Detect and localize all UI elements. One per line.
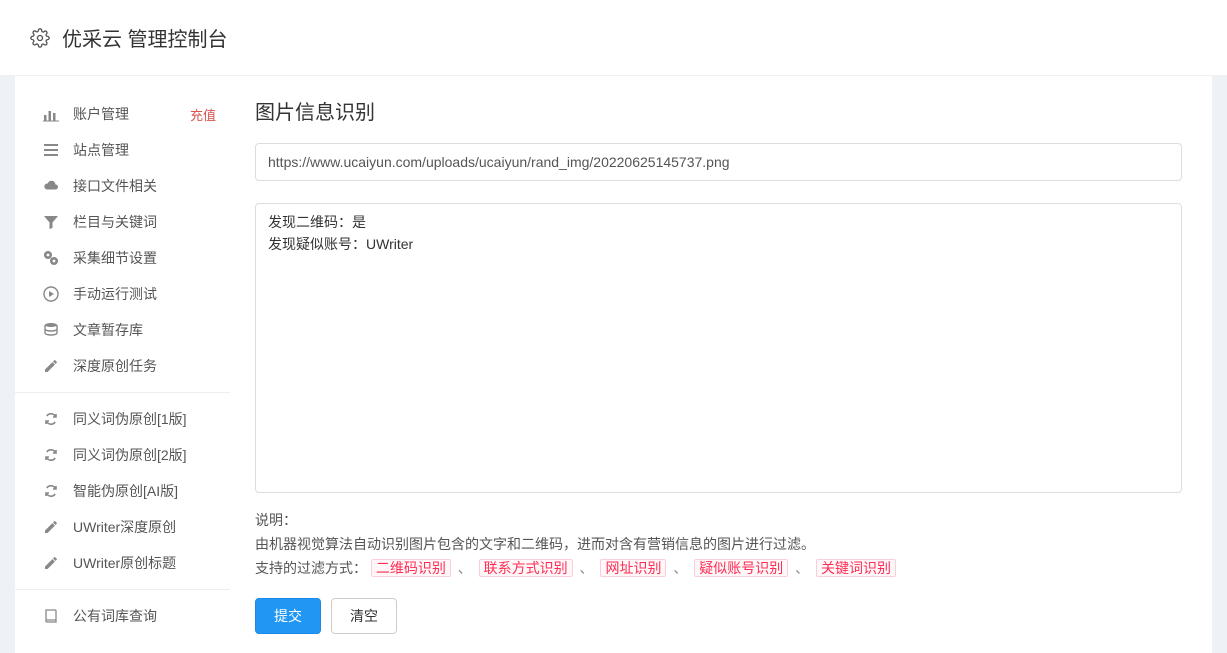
- app-title: 优采云 管理控制台: [62, 23, 228, 52]
- app-header: 优采云 管理控制台: [0, 0, 1227, 76]
- edit-icon: [43, 519, 59, 535]
- filter-tag: 二维码识别: [371, 559, 451, 577]
- sidebar-item-label: 栏目与关键词: [73, 212, 216, 232]
- main-content: 图片信息识别 发现二维码：是 发现疑似账号：UWriter 说明： 由机器视觉算…: [230, 76, 1212, 653]
- sidebar-item-syn1[interactable]: 同义词伪原创[1版]: [15, 401, 230, 437]
- desc-label: 说明：: [255, 512, 297, 528]
- submit-button[interactable]: 提交: [255, 598, 321, 634]
- page-title: 图片信息识别: [255, 96, 1182, 125]
- filter-icon: [43, 214, 59, 230]
- chart-icon: [43, 106, 59, 122]
- sidebar-item-label: UWriter原创标题: [73, 553, 216, 573]
- gear-icon: [30, 28, 50, 48]
- sidebar-item-api[interactable]: 接口文件相关: [15, 168, 230, 204]
- database-icon: [43, 322, 59, 338]
- sidebar-item-label: UWriter深度原创: [73, 517, 216, 537]
- result-output[interactable]: 发现二维码：是 发现疑似账号：UWriter: [255, 203, 1182, 493]
- clear-button[interactable]: 清空: [331, 598, 397, 634]
- sidebar-item-site[interactable]: 站点管理: [15, 132, 230, 168]
- sidebar-item-label: 同义词伪原创[2版]: [73, 445, 216, 465]
- sidebar-item-label: 同义词伪原创[1版]: [73, 409, 216, 429]
- refresh-icon: [43, 483, 59, 499]
- sidebar-item-label: 手动运行测试: [73, 284, 216, 304]
- refresh-icon: [43, 411, 59, 427]
- sidebar-item-deep-task[interactable]: 深度原创任务: [15, 348, 230, 384]
- sidebar-item-label: 采集细节设置: [73, 248, 216, 268]
- filter-tag: 关键词识别: [816, 559, 896, 577]
- sidebar-item-uwriter-deep[interactable]: UWriter深度原创: [15, 509, 230, 545]
- image-url-input[interactable]: [255, 143, 1182, 181]
- sidebar-item-dict[interactable]: 公有词库查询: [15, 598, 230, 634]
- sidebar-item-article-store[interactable]: 文章暂存库: [15, 312, 230, 348]
- edit-icon: [43, 358, 59, 374]
- refresh-icon: [43, 447, 59, 463]
- sidebar: 账户管理 充值 站点管理 接口文件相关 栏目与关键词 采集细节设置 手动运: [15, 76, 230, 653]
- filter-tag: 疑似账号识别: [694, 559, 788, 577]
- play-icon: [43, 286, 59, 302]
- sidebar-item-label: 文章暂存库: [73, 320, 216, 340]
- sidebar-item-label: 公有词库查询: [73, 606, 216, 626]
- sidebar-item-ai[interactable]: 智能伪原创[AI版]: [15, 473, 230, 509]
- sidebar-item-label: 深度原创任务: [73, 356, 216, 376]
- filter-tag: 网址识别: [600, 559, 666, 577]
- list-icon: [43, 142, 59, 158]
- sidebar-item-manual-run[interactable]: 手动运行测试: [15, 276, 230, 312]
- sidebar-item-columns[interactable]: 栏目与关键词: [15, 204, 230, 240]
- desc-line-2-prefix: 支持的过滤方式：: [255, 560, 367, 576]
- sidebar-item-label: 接口文件相关: [73, 176, 216, 196]
- desc-line-1: 由机器视觉算法自动识别图片包含的文字和二维码，进而对含有营销信息的图片进行过滤。: [255, 533, 1182, 557]
- edit-icon: [43, 555, 59, 571]
- sidebar-item-account[interactable]: 账户管理 充值: [15, 96, 230, 132]
- gears-icon: [43, 250, 59, 266]
- sidebar-item-uwriter-title[interactable]: UWriter原创标题: [15, 545, 230, 581]
- cloud-icon: [43, 178, 59, 194]
- sidebar-item-label: 站点管理: [73, 140, 216, 160]
- sidebar-item-label: 智能伪原创[AI版]: [73, 481, 216, 501]
- recharge-badge: 充值: [190, 105, 216, 124]
- sidebar-item-collect-settings[interactable]: 采集细节设置: [15, 240, 230, 276]
- book-icon: [43, 608, 59, 624]
- filter-tag: 联系方式识别: [479, 559, 573, 577]
- sidebar-item-label: 账户管理: [73, 104, 186, 124]
- sidebar-item-syn2[interactable]: 同义词伪原创[2版]: [15, 437, 230, 473]
- description-block: 说明： 由机器视觉算法自动识别图片包含的文字和二维码，进而对含有营销信息的图片进…: [255, 509, 1182, 580]
